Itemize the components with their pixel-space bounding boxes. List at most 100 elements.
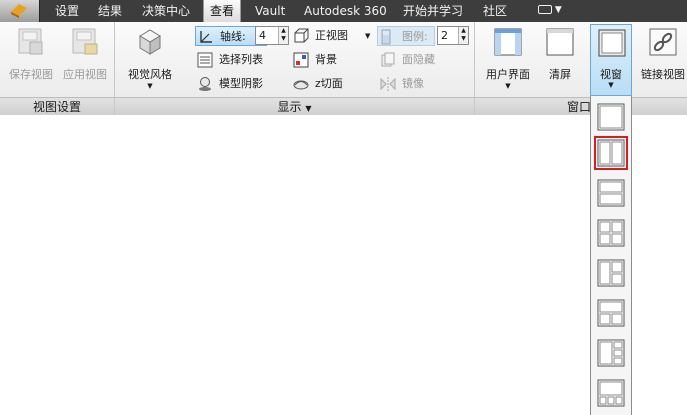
layout-four-grid-option[interactable]: [594, 216, 628, 250]
legend-label: 图例:: [402, 30, 428, 43]
model-shadow-button[interactable]: 模型阴影: [197, 74, 287, 94]
axes-value: 4: [259, 29, 266, 42]
layout-three-top-large-icon: [597, 299, 625, 327]
hide-icon: [381, 52, 395, 67]
menu-item-community[interactable]: 社区: [477, 0, 513, 22]
select-list-label: 选择列表: [219, 53, 263, 66]
app-logo-icon: [11, 4, 27, 18]
link-views-label: 链接视图: [641, 68, 685, 81]
z-slice-icon: [293, 80, 309, 90]
layout-two-horizontal-icon: [597, 179, 625, 207]
layout-single-icon: [597, 103, 625, 131]
graphics-canvas[interactable]: [0, 116, 589, 415]
user-interface-icon: [494, 28, 522, 56]
legend-spinner[interactable]: 2 ▲ ▼: [437, 26, 469, 45]
viewport-button[interactable]: 视窗 ▼: [590, 24, 632, 96]
chevron-down-icon: ▼: [305, 104, 312, 113]
shadow-icon: [199, 77, 211, 91]
viewport-label: 视窗: [600, 68, 622, 81]
camera-icon: [538, 5, 552, 14]
clean-screen-icon: [546, 28, 574, 56]
layout-four-bottom-small-option[interactable]: [594, 376, 628, 410]
user-interface-label: 用户界面: [486, 68, 530, 81]
save-view-label: 保存视图: [9, 68, 53, 81]
app-window: 设置 结果 决策中心 查看 Vault Autodesk 360 开始并学习 社…: [0, 0, 687, 415]
panel-title-view-settings-text: 视图设置: [32, 100, 81, 114]
save-view-icon: [18, 28, 43, 55]
layout-three-top-large-option[interactable]: [594, 296, 628, 330]
link-icon: [649, 28, 677, 56]
front-view-button[interactable]: 正视图 ▼: [293, 26, 377, 46]
mirror-icon: [380, 77, 396, 91]
z-slice-button[interactable]: z切面: [293, 74, 363, 94]
panel-title-window: 窗口: [475, 97, 687, 115]
panel-title-window-text: 窗口: [567, 100, 592, 114]
background-button[interactable]: 背景: [293, 50, 363, 70]
menu-item-autodesk-360[interactable]: Autodesk 360: [298, 0, 393, 22]
layout-two-vertical-icon: [597, 139, 625, 167]
layout-single-option[interactable]: [594, 100, 628, 134]
legend-icon: [381, 29, 391, 45]
layout-three-left-large-icon: [597, 259, 625, 287]
z-slice-label: z切面: [315, 77, 343, 90]
menu-item-results[interactable]: 结果: [92, 0, 128, 22]
legend-value: 2: [441, 29, 448, 42]
chevron-down-icon: ▼: [554, 5, 562, 15]
hide-button[interactable]: 面隐藏: [380, 50, 450, 70]
layout-four-bottom-small-icon: [597, 379, 625, 407]
menu-item-settings[interactable]: 设置: [49, 0, 85, 22]
front-view-label: 正视图: [315, 29, 348, 42]
spinner-arrows-icon[interactable]: ▲ ▼: [278, 27, 288, 44]
panel-title-view-settings: 视图设置: [0, 97, 114, 115]
link-views-button[interactable]: 链接视图: [641, 24, 685, 94]
background-icon: [293, 52, 309, 68]
viewport-layout-dropdown: [590, 96, 632, 415]
chevron-down-icon: ▼: [365, 32, 371, 40]
chevron-down-icon: ▼: [147, 82, 153, 90]
cube-icon: [139, 29, 161, 55]
layout-four-grid-icon: [597, 219, 625, 247]
menu-item-vault[interactable]: Vault: [249, 0, 291, 22]
panel-title-display-text: 显示: [277, 100, 302, 114]
background-label: 背景: [315, 53, 337, 66]
viewport-icon: [598, 29, 626, 57]
legend-toggle[interactable]: 图例:: [377, 26, 435, 46]
save-view-button[interactable]: 保存视图: [4, 24, 58, 94]
ribbon: 保存视图 应用视图 视图设置 视觉风格 ▼ 轴线: 4 ▲ ▼ 选择列表 模型阴…: [0, 22, 687, 115]
model-shadow-label: 模型阴影: [219, 77, 263, 90]
hide-label: 面隐藏: [402, 53, 435, 66]
visual-style-label: 视觉风格: [128, 68, 172, 81]
menu-item-get-started[interactable]: 开始并学习: [397, 0, 469, 22]
camera-dropdown[interactable]: ▼: [538, 5, 564, 17]
user-interface-button[interactable]: 用户界面 ▼: [480, 24, 536, 94]
layout-four-left-large-option[interactable]: [594, 336, 628, 370]
menu-item-decision-center[interactable]: 决策中心: [136, 0, 196, 22]
apply-view-button[interactable]: 应用视图: [58, 24, 112, 94]
panel-view-settings: 保存视图 应用视图 视图设置: [0, 22, 115, 115]
axes-spinner[interactable]: 4 ▲ ▼: [255, 26, 289, 45]
apply-view-icon: [72, 28, 98, 55]
select-list-button[interactable]: 选择列表: [197, 50, 287, 70]
layout-two-horizontal-option[interactable]: [594, 176, 628, 210]
clean-screen-label: 清屏: [549, 68, 571, 81]
menu-bar: 设置 结果 决策中心 查看 Vault Autodesk 360 开始并学习 社…: [0, 0, 687, 22]
list-icon: [197, 52, 213, 68]
panel-title-display[interactable]: 显示 ▼: [115, 97, 474, 115]
menu-item-view[interactable]: 查看: [203, 0, 242, 22]
mirror-button[interactable]: 镜像: [380, 74, 450, 94]
axes-label: 轴线:: [220, 30, 246, 43]
apply-view-label: 应用视图: [63, 68, 107, 81]
layout-three-left-large-option[interactable]: [594, 256, 628, 290]
chevron-down-icon: ▼: [505, 82, 511, 90]
clean-screen-button[interactable]: 清屏: [540, 24, 580, 94]
layout-four-left-large-icon: [597, 339, 625, 367]
chevron-down-icon: ▼: [608, 81, 614, 89]
visual-style-button[interactable]: 视觉风格 ▼: [121, 24, 179, 94]
layout-two-vertical-option[interactable]: [594, 136, 628, 170]
mirror-label: 镜像: [402, 77, 424, 90]
front-view-icon: [294, 28, 309, 43]
panel-window: 用户界面 ▼ 清屏 链接视图 窗口: [475, 22, 687, 115]
application-menu-button[interactable]: [0, 0, 40, 22]
axes-icon: [200, 31, 212, 43]
spinner-arrows-icon[interactable]: ▲ ▼: [458, 27, 468, 44]
